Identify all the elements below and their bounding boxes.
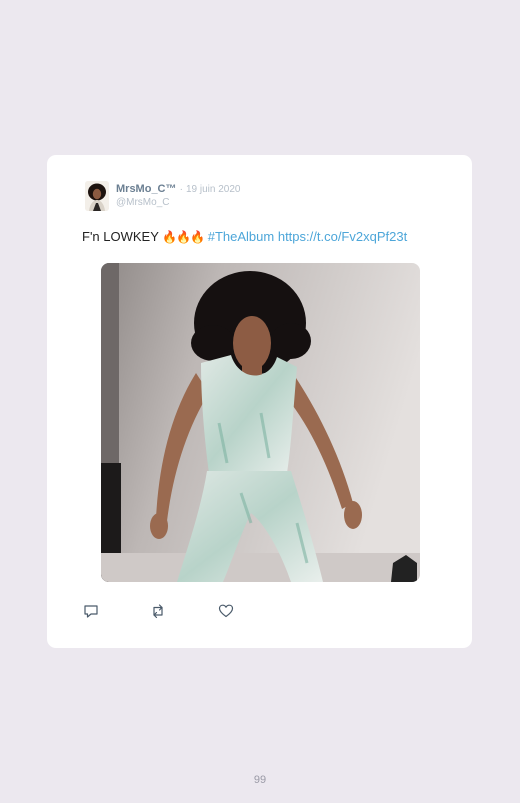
tweet-meta: MrsMo_C™ · 19 juin 2020 @MrsMo_C: [116, 184, 240, 208]
hashtag-link[interactable]: #TheAlbum: [208, 229, 274, 244]
tweet-date[interactable]: 19 juin 2020: [186, 184, 241, 195]
tweet-card: MrsMo_C™ · 19 juin 2020 @MrsMo_C F'n LOW…: [47, 155, 472, 648]
avatar[interactable]: [85, 181, 109, 211]
tweet-text: F'n LOWKEY 🔥🔥🔥 #TheAlbum https://t.co/Fv…: [82, 229, 407, 244]
tweet-media[interactable]: [101, 263, 420, 582]
author-name[interactable]: MrsMo_C™: [116, 183, 177, 195]
author-handle[interactable]: @MrsMo_C: [116, 198, 240, 208]
fire-emoji: 🔥🔥🔥: [162, 230, 205, 244]
tweet-link[interactable]: https://t.co/Fv2xqPf23t: [278, 229, 407, 244]
heart-icon[interactable]: [218, 603, 234, 619]
retweet-icon[interactable]: [150, 603, 166, 619]
page-number: 99: [253, 774, 267, 786]
reply-icon[interactable]: [83, 603, 99, 619]
separator-dot: ·: [179, 184, 183, 195]
tweet-text-body: F'n LOWKEY: [82, 229, 159, 244]
